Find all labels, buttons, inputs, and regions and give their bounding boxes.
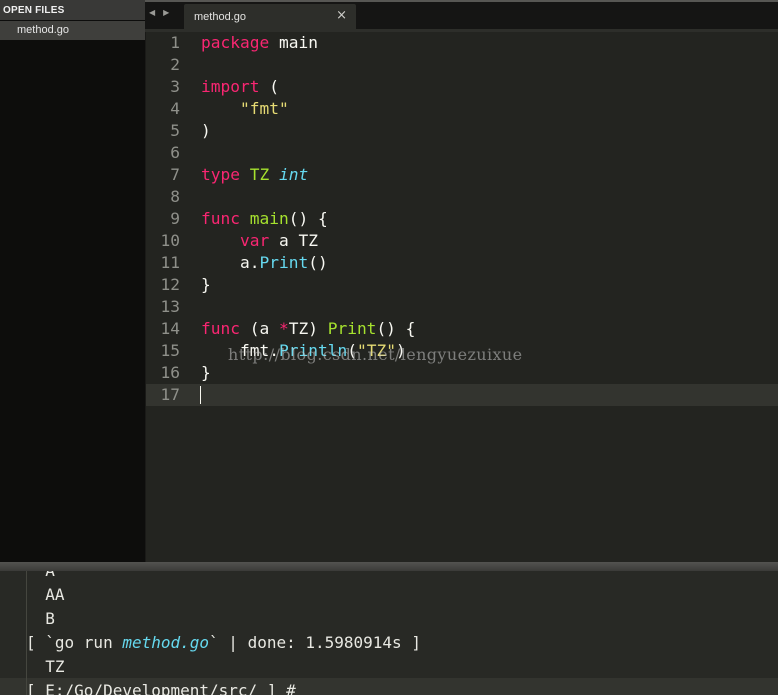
tab-navigation: ◀ ▶ (149, 8, 169, 17)
console-splitter[interactable] (0, 562, 778, 571)
console-output-line: AA (26, 585, 65, 604)
code-line[interactable]: 13 (146, 296, 778, 318)
code-text: package main (201, 32, 318, 54)
code-text: func main() { (201, 208, 328, 230)
line-number: 17 (160, 385, 181, 404)
code-line[interactable]: 5) (146, 120, 778, 142)
code-token: TZ) (288, 319, 328, 338)
code-line[interactable]: 8 (146, 186, 778, 208)
code-line[interactable]: 10 var a TZ (146, 230, 778, 252)
code-text: ) (201, 120, 211, 142)
code-editor[interactable]: 17 16} 15 fmt.Println("TZ") 14 func (a *TZ) … (145, 32, 778, 562)
code-token: a TZ (269, 231, 318, 250)
code-line[interactable]: 11 a.Print() (146, 252, 778, 274)
text-cursor (200, 386, 201, 404)
code-text: } (201, 362, 211, 384)
code-line[interactable]: 2 (146, 54, 778, 76)
line-number: 5 (170, 121, 180, 140)
tab-bar: ◀ ▶ method.go × (145, 0, 778, 29)
console-output-line: TZ (26, 657, 65, 676)
code-token: () (308, 253, 328, 272)
code-token: "fmt" (239, 99, 289, 118)
line-number: 3 (170, 77, 180, 96)
line-number: 4 (170, 99, 180, 118)
code-line[interactable]: 16} (146, 362, 778, 384)
tab-next-icon[interactable]: ▶ (163, 8, 169, 17)
code-line[interactable]: 4 "fmt" (146, 98, 778, 120)
code-line[interactable]: 3 import ( (146, 76, 778, 98)
line-number: 1 (170, 33, 180, 52)
sublime-window: OPEN FILES method.go ◀ ▶ method.go × 17 1… (0, 0, 778, 695)
code-token: package (201, 33, 270, 52)
code-token: import (201, 77, 260, 96)
code-token: ( (259, 77, 279, 96)
code-token: func (201, 319, 240, 338)
code-text: type TZ int (201, 164, 308, 186)
open-files-header: OPEN FILES (0, 0, 145, 20)
code-token: var (239, 231, 270, 250)
code-line[interactable]: 17 (146, 384, 778, 406)
code-line[interactable]: 12} (146, 274, 778, 296)
line-number: 12 (160, 275, 181, 294)
tab-prev-icon[interactable]: ◀ (149, 8, 155, 17)
line-number: 10 (160, 231, 181, 250)
tab-label: method.go (194, 11, 246, 23)
code-token: Print (259, 253, 309, 272)
code-line[interactable]: 6 (146, 142, 778, 164)
code-token: main (269, 33, 318, 52)
code-token: () { (376, 319, 416, 338)
code-text: import ( (201, 76, 279, 98)
line-number: 11 (160, 253, 181, 272)
line-number: 7 (170, 165, 180, 184)
console-prompt: [ E:/Go/Development/src/ ] # (26, 681, 296, 695)
line-number: 6 (170, 143, 180, 162)
console-text: [ `go run (26, 633, 123, 652)
code-token: (a (239, 319, 279, 338)
close-icon[interactable]: × (336, 8, 347, 23)
code-token: func (201, 209, 240, 228)
console-output-line: [ `go run method.go` | done: 1.5980914s … (26, 632, 421, 654)
code-text: var a TZ (201, 230, 318, 252)
code-token: Print (327, 319, 377, 338)
line-number: 2 (170, 55, 180, 74)
code-token: ) (201, 121, 211, 140)
code-token: * (278, 319, 289, 338)
line-number: 14 (160, 319, 181, 338)
code-line[interactable]: 14 func (a *TZ) Print() { (146, 318, 778, 340)
code-token: () { (288, 209, 328, 228)
line-number: 15 (160, 341, 181, 360)
code-token: main (249, 209, 289, 228)
code-token: } (201, 363, 211, 382)
code-text: a.Print() (201, 252, 328, 274)
watermark: http://blog.csdn.net/lengyuezuixue (228, 345, 523, 364)
code-line[interactable]: 1 package main (146, 32, 778, 54)
code-token: a. (201, 253, 260, 272)
code-token: type (201, 165, 240, 184)
code-text: "fmt" (201, 98, 289, 120)
code-text: func (a *TZ) Print() { (201, 318, 415, 340)
sidebar: OPEN FILES method.go (0, 0, 145, 562)
line-number: 16 (160, 363, 181, 382)
build-console[interactable]: A AA B [ `go run method.go` | done: 1.598… (0, 571, 778, 695)
line-number: 9 (170, 209, 180, 228)
console-output-line: B (26, 609, 55, 628)
console-filename: method.go (122, 633, 210, 652)
sidebar-file-method-go[interactable]: method.go (0, 21, 145, 40)
tab-method-go[interactable]: method.go × (184, 4, 356, 29)
console-output-line: A (26, 571, 55, 582)
line-number: 13 (160, 297, 181, 316)
code-token: } (201, 275, 211, 294)
code-line[interactable]: 9 func main() { (146, 208, 778, 230)
console-text: ` | done: 1.5980914s ] (209, 633, 421, 652)
code-token: TZ (249, 165, 270, 184)
code-text: } (201, 274, 211, 296)
code-token: int (278, 165, 309, 184)
line-number: 8 (170, 187, 180, 206)
code-line[interactable]: 7 type TZ int (146, 164, 778, 186)
